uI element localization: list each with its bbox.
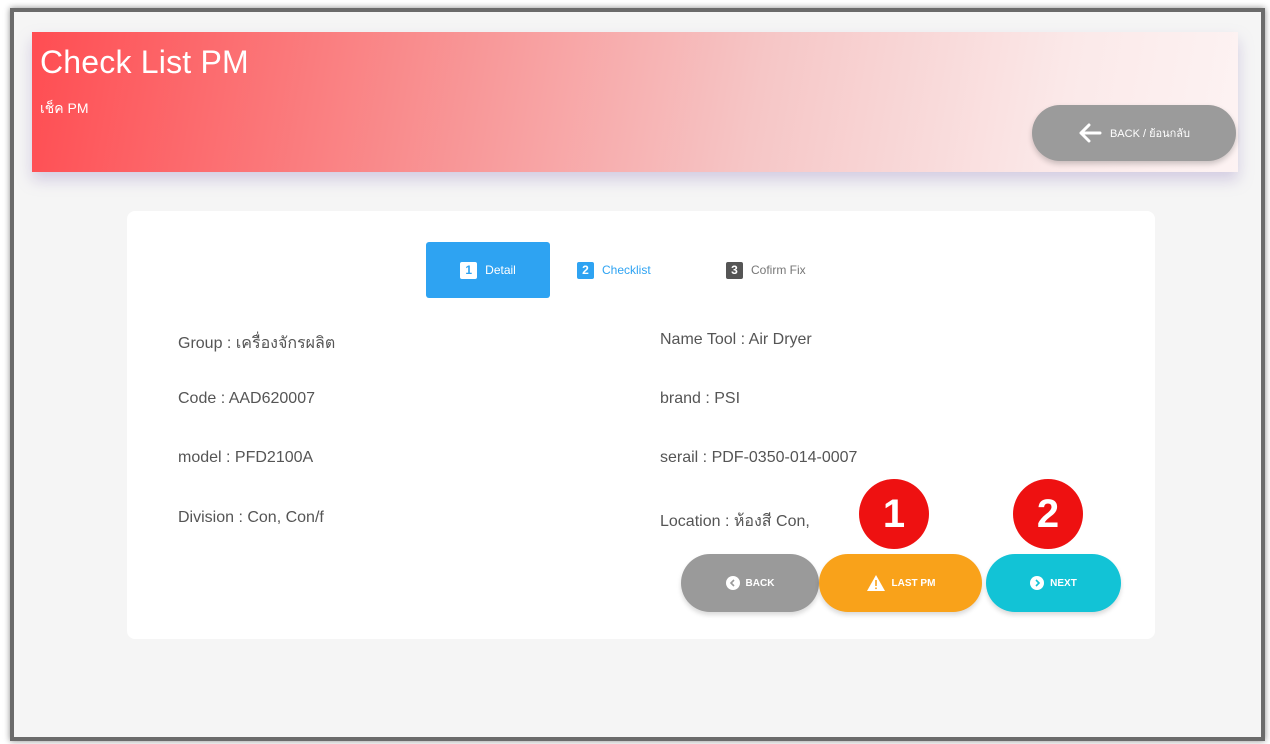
- step-label: Detail: [485, 263, 516, 277]
- group-field: Group : เครื่องจักรผลิต: [178, 335, 336, 352]
- step-label: Cofirm Fix: [751, 263, 806, 277]
- page-subtitle: เช็ค PM: [40, 100, 89, 116]
- last-pm-button-label: LAST PM: [891, 577, 936, 589]
- name-tool-field: Name Tool : Air Dryer: [660, 331, 812, 348]
- step-number: 1: [460, 261, 478, 279]
- tab-confirm-fix[interactable]: 3 Cofirm Fix: [726, 242, 806, 298]
- code-field: Code : AAD620007: [178, 390, 315, 407]
- location-field: Location : ห้องสี Con,: [660, 513, 810, 530]
- page-header: Check List PM เช็ค PM BACK / ย้อนกลับ: [32, 32, 1238, 172]
- last-pm-button[interactable]: LAST PM: [819, 554, 982, 612]
- step-number: 2: [577, 261, 594, 279]
- division-field: Division : Con, Con/f: [178, 509, 324, 526]
- back-button[interactable]: BACK: [681, 554, 819, 612]
- warning-icon: [866, 575, 885, 591]
- tab-detail[interactable]: 1 Detail: [426, 242, 550, 298]
- header-back-button[interactable]: BACK / ย้อนกลับ: [1032, 105, 1236, 161]
- header-back-label: BACK / ย้อนกลับ: [1109, 128, 1191, 140]
- brand-field: brand : PSI: [660, 390, 741, 407]
- chevron-left-icon: [725, 576, 740, 590]
- next-button[interactable]: NEXT: [986, 554, 1121, 612]
- back-button-label: BACK: [745, 577, 775, 589]
- page-title: Check List PM: [40, 44, 249, 80]
- step-number: 3: [726, 261, 743, 279]
- model-field: model : PFD2100A: [178, 449, 314, 466]
- next-button-label: NEXT: [1050, 577, 1077, 589]
- tab-checklist[interactable]: 2 Checklist: [577, 242, 651, 298]
- callout-badge-2: 2: [1013, 479, 1083, 549]
- step-label: Checklist: [602, 263, 651, 277]
- callout-badge-1: 1: [859, 479, 929, 549]
- serial-field: serail : PDF-0350-014-0007: [660, 449, 858, 466]
- chevron-right-icon: [1030, 576, 1045, 590]
- arrow-left-icon: [1079, 123, 1102, 143]
